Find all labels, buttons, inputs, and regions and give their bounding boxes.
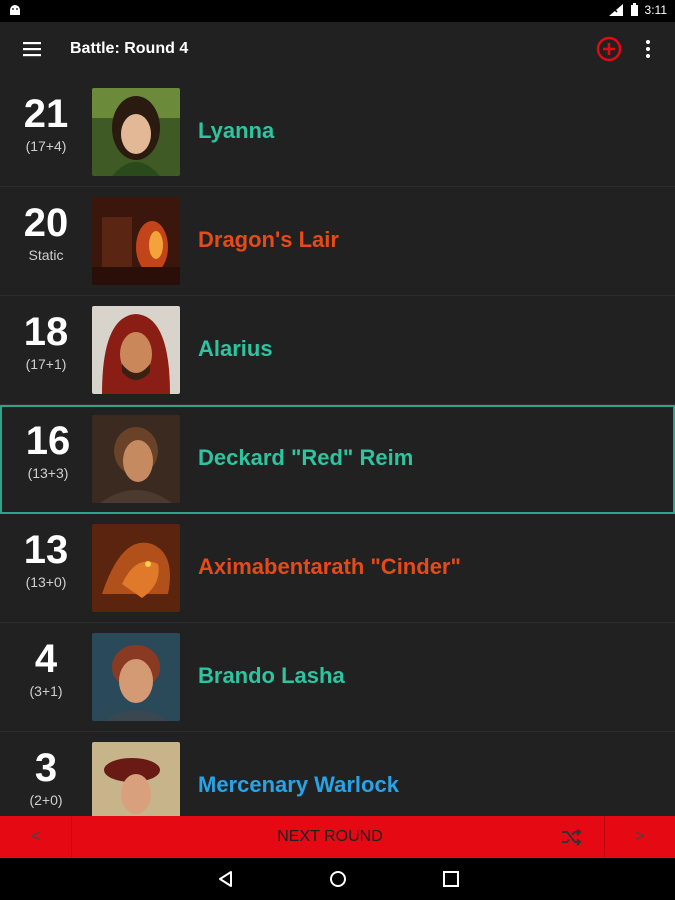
status-time: 3:11 (644, 3, 667, 17)
app-bar: Battle: Round 4 (0, 22, 675, 78)
more-vert-icon[interactable] (642, 38, 654, 60)
hamburger-icon[interactable] (22, 40, 42, 58)
initiative-detail: (2+0) (29, 792, 63, 808)
round-controls: < NEXT ROUND > (0, 816, 675, 858)
combatant-list: 21 (17+4) Lyanna 20 Static Dragon's Lair… (0, 78, 675, 816)
system-nav-bar (0, 858, 675, 900)
add-circle-icon[interactable] (596, 36, 622, 62)
initiative-value: 3 (34, 746, 58, 790)
combatant-name: Aximabentarath "Cinder" (198, 554, 461, 579)
combatant-name: Brando Lasha (198, 663, 345, 688)
initiative-value: 13 (23, 528, 69, 572)
initiative-detail: (13+3) (27, 465, 69, 481)
initiative-value: 16 (25, 419, 71, 463)
initiative-value: 20 (23, 201, 69, 245)
initiative: 13 (13+0) (0, 528, 92, 590)
initiative-detail: Static (28, 247, 64, 263)
initiative-detail: (13+0) (25, 574, 67, 590)
next-round-button[interactable]: NEXT ROUND (200, 816, 460, 858)
combatant-row[interactable]: 21 (17+4) Lyanna (0, 78, 675, 187)
status-bar: 3:11 (0, 0, 675, 22)
combatant-row[interactable]: 4 (3+1) Brando Lasha (0, 623, 675, 732)
recents-icon[interactable] (441, 869, 461, 889)
portrait-dragons-lair (92, 197, 180, 285)
portrait-lyanna (92, 88, 180, 176)
combatant-name: Dragon's Lair (198, 227, 339, 252)
battery-icon (630, 3, 638, 16)
initiative-value: 4 (34, 637, 58, 681)
portrait-brando (92, 633, 180, 721)
signal-icon (608, 4, 623, 16)
combatant-row-active[interactable]: 16 (13+3) Deckard "Red" Reim (0, 405, 675, 514)
portrait-deckard (92, 415, 180, 503)
combatant-name: Deckard "Red" Reim (198, 445, 414, 470)
next-button[interactable]: > (605, 816, 675, 858)
initiative: 3 (2+0) (0, 746, 92, 808)
combatant-row[interactable]: 20 Static Dragon's Lair (0, 187, 675, 296)
initiative-detail: (17+4) (25, 138, 67, 154)
shuffle-icon[interactable] (560, 826, 582, 848)
initiative-value: 18 (23, 310, 69, 354)
page-title: Battle: Round 4 (70, 40, 189, 57)
combatant-row[interactable]: 3 (2+0) Mercenary Warlock (0, 732, 675, 816)
initiative-detail: (3+1) (29, 683, 63, 699)
initiative: 21 (17+4) (0, 92, 92, 154)
initiative: 4 (3+1) (0, 637, 92, 699)
home-icon[interactable] (328, 869, 348, 889)
portrait-mercenary-warlock (92, 742, 180, 816)
combatant-name: Mercenary Warlock (198, 772, 399, 797)
portrait-alarius (92, 306, 180, 394)
android-icon (10, 5, 20, 15)
combatant-row[interactable]: 18 (17+1) Alarius (0, 296, 675, 405)
initiative-value: 21 (23, 92, 69, 136)
initiative-detail: (17+1) (25, 356, 67, 372)
initiative: 16 (13+3) (2, 419, 94, 481)
combatant-name: Lyanna (198, 118, 275, 143)
initiative: 18 (17+1) (0, 310, 92, 372)
combatant-name: Alarius (198, 336, 273, 361)
previous-button[interactable]: < (0, 816, 71, 858)
portrait-cinder (92, 524, 180, 612)
divider (71, 816, 72, 858)
back-icon[interactable] (216, 869, 236, 889)
combatant-row[interactable]: 13 (13+0) Aximabentarath "Cinder" (0, 514, 675, 623)
initiative: 20 Static (0, 201, 92, 263)
